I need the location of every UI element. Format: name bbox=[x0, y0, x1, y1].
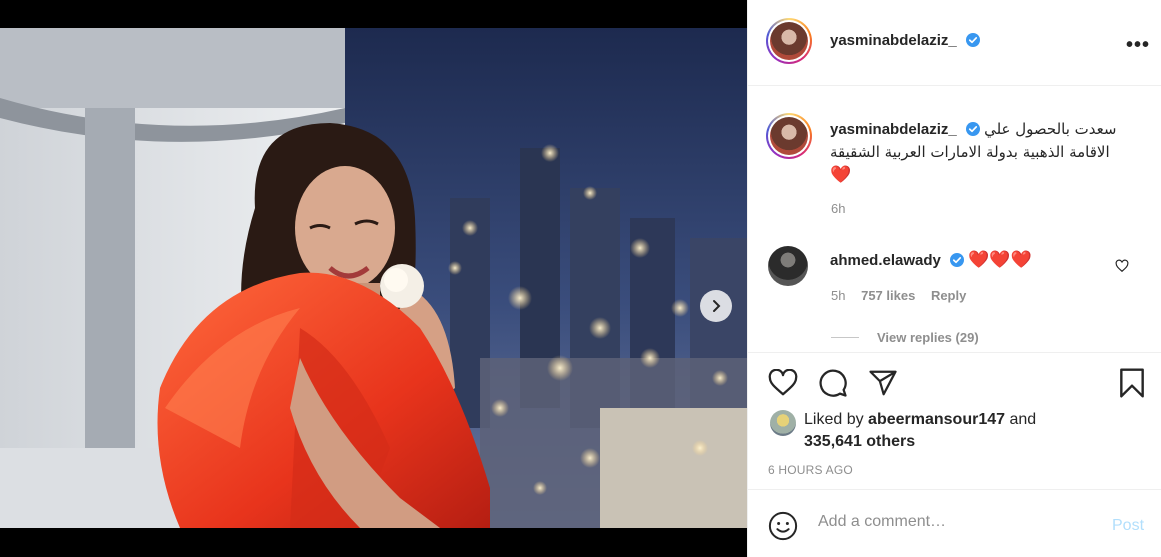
comment: ahmed.elawady ❤️❤️❤️ bbox=[830, 250, 1032, 270]
caption-time[interactable]: 6h bbox=[831, 201, 845, 216]
photo-illustration bbox=[0, 28, 747, 528]
liked-by-user[interactable]: abeermansour147 bbox=[868, 411, 1005, 428]
caption-avatar[interactable] bbox=[766, 113, 812, 159]
comment-time[interactable]: 5h bbox=[831, 288, 845, 303]
author-username[interactable]: yasminabdelaziz_ bbox=[830, 32, 957, 49]
post-photo[interactable] bbox=[0, 28, 747, 528]
comment-bubble-icon[interactable] bbox=[818, 368, 848, 398]
post-actions: Liked by abeermansour147 and 335,641 oth… bbox=[748, 352, 1161, 490]
verified-badge-icon bbox=[965, 122, 980, 136]
post-media bbox=[0, 0, 747, 557]
emoji-smiley-icon[interactable] bbox=[768, 511, 798, 541]
view-replies-label: View replies (29) bbox=[877, 330, 979, 345]
post-timestamp[interactable]: 6 HOURS AGO bbox=[768, 463, 853, 477]
caption-username[interactable]: yasminabdelaziz_ bbox=[830, 121, 957, 138]
share-paper-plane-icon[interactable] bbox=[868, 368, 898, 398]
caption: yasminabdelaziz_ سعدت بالحصول علي الاقام… bbox=[830, 118, 1130, 187]
comment-meta: 5h 757 likes Reply bbox=[831, 288, 966, 303]
like-heart-icon[interactable] bbox=[768, 369, 798, 397]
post-comment-button[interactable]: Post bbox=[1112, 517, 1144, 535]
next-media-button[interactable] bbox=[700, 290, 732, 322]
likes-summary: Liked by abeermansour147 and 335,641 oth… bbox=[804, 409, 1036, 453]
commenter-avatar[interactable] bbox=[768, 246, 808, 286]
author-avatar[interactable] bbox=[766, 18, 812, 64]
replies-divider bbox=[831, 337, 859, 338]
liked-by-others[interactable]: 335,641 others bbox=[804, 433, 915, 450]
comment-input[interactable] bbox=[818, 513, 1098, 531]
liked-by-prefix: Liked by bbox=[804, 411, 869, 428]
more-options-button[interactable]: ••• bbox=[1126, 34, 1150, 57]
post-side-panel: yasminabdelaziz_ ••• yasminabdelaziz_ سع… bbox=[747, 0, 1161, 557]
view-replies-button[interactable]: View replies (29) bbox=[831, 330, 979, 345]
chevron-right-icon bbox=[713, 300, 721, 312]
liker-avatar[interactable] bbox=[770, 410, 796, 436]
reply-button[interactable]: Reply bbox=[931, 288, 966, 303]
save-bookmark-icon[interactable] bbox=[1118, 367, 1146, 399]
comment-likes[interactable]: 757 likes bbox=[861, 288, 915, 303]
verified-badge-icon bbox=[950, 253, 965, 267]
liked-by-and: and bbox=[1005, 411, 1037, 428]
comment-username[interactable]: ahmed.elawady bbox=[830, 252, 941, 269]
post-header: yasminabdelaziz_ ••• bbox=[748, 0, 1161, 86]
verified-badge-icon bbox=[966, 33, 981, 47]
caption-emoji: ❤️ bbox=[830, 165, 852, 184]
add-comment-bar: Post bbox=[748, 491, 1161, 557]
like-comment-heart-icon[interactable] bbox=[1115, 259, 1129, 273]
comment-text: ❤️❤️❤️ bbox=[968, 250, 1032, 269]
